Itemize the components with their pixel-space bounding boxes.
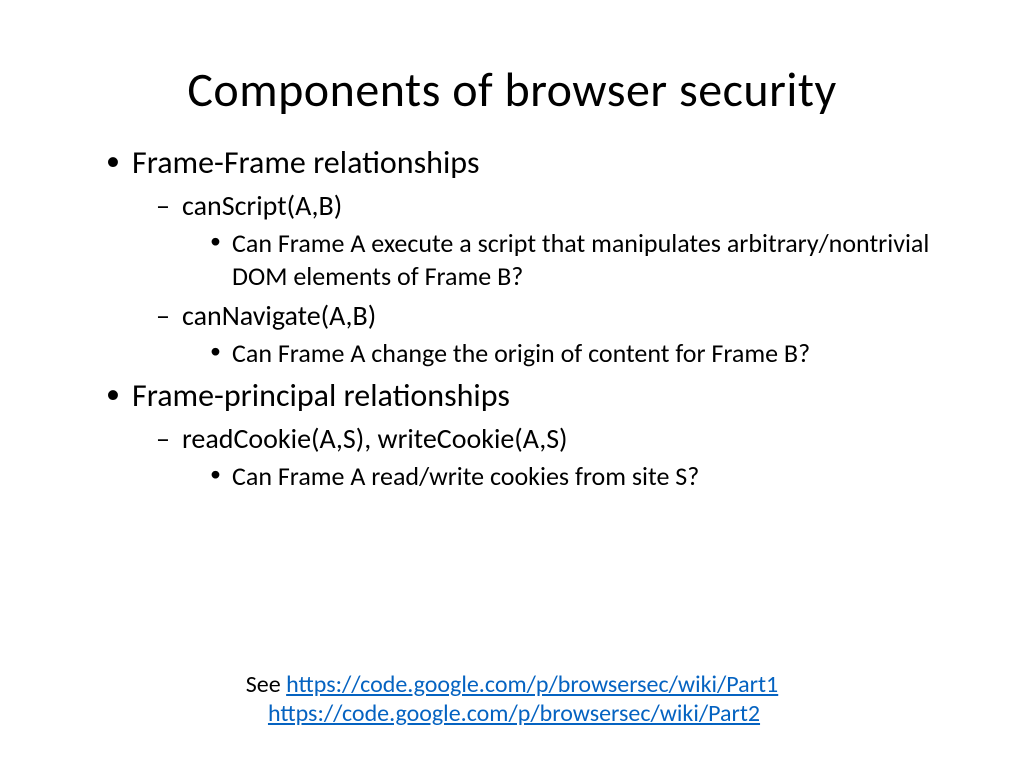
detail-item: Can Frame A execute a script that manipu…	[208, 227, 934, 292]
footer-link-part2[interactable]: https://code.google.com/p/browsersec/wik…	[268, 699, 760, 728]
bullet-label: Frame-principal relationships	[132, 376, 510, 415]
footer-prefix: See	[246, 670, 286, 699]
detail-item: Can Frame A read/write cookies from site…	[208, 460, 934, 493]
bullet-list: Frame-Frame relationships canScript(A,B)…	[90, 143, 934, 492]
sub-canscript: canScript(A,B) Can Frame A execute a scr…	[152, 188, 934, 292]
detail-list: Can Frame A change the origin of content…	[182, 337, 934, 370]
detail-list: Can Frame A read/write cookies from site…	[182, 460, 934, 493]
sub-cannavigate: canNavigate(A,B) Can Frame A change the …	[152, 298, 934, 370]
sub-label: readCookie(A,S), writeCookie(A,S)	[182, 421, 568, 456]
sub-list: canScript(A,B) Can Frame A execute a scr…	[132, 188, 934, 370]
sub-label: canNavigate(A,B)	[182, 298, 376, 333]
bullet-label: Frame-Frame relationships	[132, 143, 479, 182]
sub-readwritecookie: readCookie(A,S), writeCookie(A,S) Can Fr…	[152, 421, 934, 493]
bullet-frame-principal: Frame-principal relationships readCookie…	[100, 376, 934, 493]
sub-list: readCookie(A,S), writeCookie(A,S) Can Fr…	[132, 421, 934, 493]
bullet-frame-frame: Frame-Frame relationships canScript(A,B)…	[100, 143, 934, 370]
detail-list: Can Frame A execute a script that manipu…	[182, 227, 934, 292]
sub-label: canScript(A,B)	[182, 188, 342, 223]
footer-links: See https://code.google.com/p/browsersec…	[0, 670, 1024, 728]
slide-title: Components of browser security	[90, 60, 934, 119]
footer-link-part1[interactable]: https://code.google.com/p/browsersec/wik…	[286, 670, 778, 699]
detail-item: Can Frame A change the origin of content…	[208, 337, 934, 370]
